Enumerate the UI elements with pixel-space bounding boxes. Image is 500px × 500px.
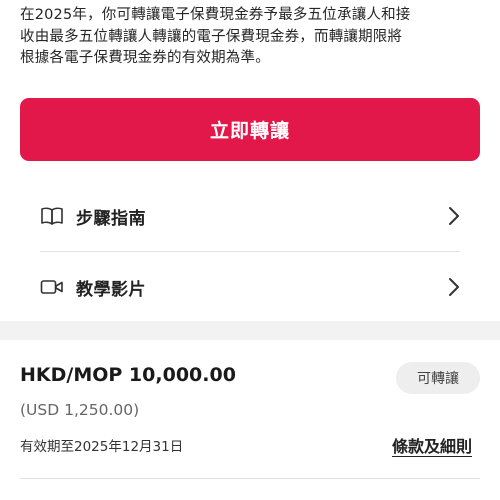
step-guide-row[interactable]: 步驟指南 xyxy=(40,187,460,245)
intro-line-3: 根據各電子保費現金券的有效期為準。 xyxy=(20,50,270,66)
intro-text: 在2025年，你可轉讓電子保費現金券予最多五位承讓人和接 收由最多五位轉讓人轉讓… xyxy=(20,5,485,70)
transferable-badge: 可轉讓 xyxy=(396,362,480,394)
tutorial-video-label: 教學影片 xyxy=(76,279,146,300)
row-divider xyxy=(40,251,460,252)
voucher-amount: HKD/MOP 10,000.00 xyxy=(20,364,236,386)
bottom-divider xyxy=(20,478,480,479)
video-camera-icon xyxy=(40,275,64,299)
chevron-right-icon xyxy=(440,206,460,226)
voucher-expiry-date: 有效期至2025年12月31日 xyxy=(20,439,184,455)
book-icon xyxy=(40,204,64,228)
section-separator xyxy=(0,321,500,340)
voucher-usd-amount: (USD 1,250.00) xyxy=(20,401,140,419)
terms-and-conditions-link[interactable]: 條款及細則 xyxy=(392,433,472,457)
transfer-now-button[interactable]: 立即轉讓 xyxy=(20,98,480,161)
intro-line-1: 在2025年，你可轉讓電子保費現金券予最多五位承讓人和接 xyxy=(20,7,411,23)
chevron-right-icon xyxy=(440,277,460,297)
intro-line-2: 收由最多五位轉讓人轉讓的電子保費現金券，而轉讓期限將 xyxy=(20,28,403,45)
tutorial-video-row[interactable]: 教學影片 xyxy=(40,258,460,316)
step-guide-label: 步驟指南 xyxy=(76,208,146,229)
